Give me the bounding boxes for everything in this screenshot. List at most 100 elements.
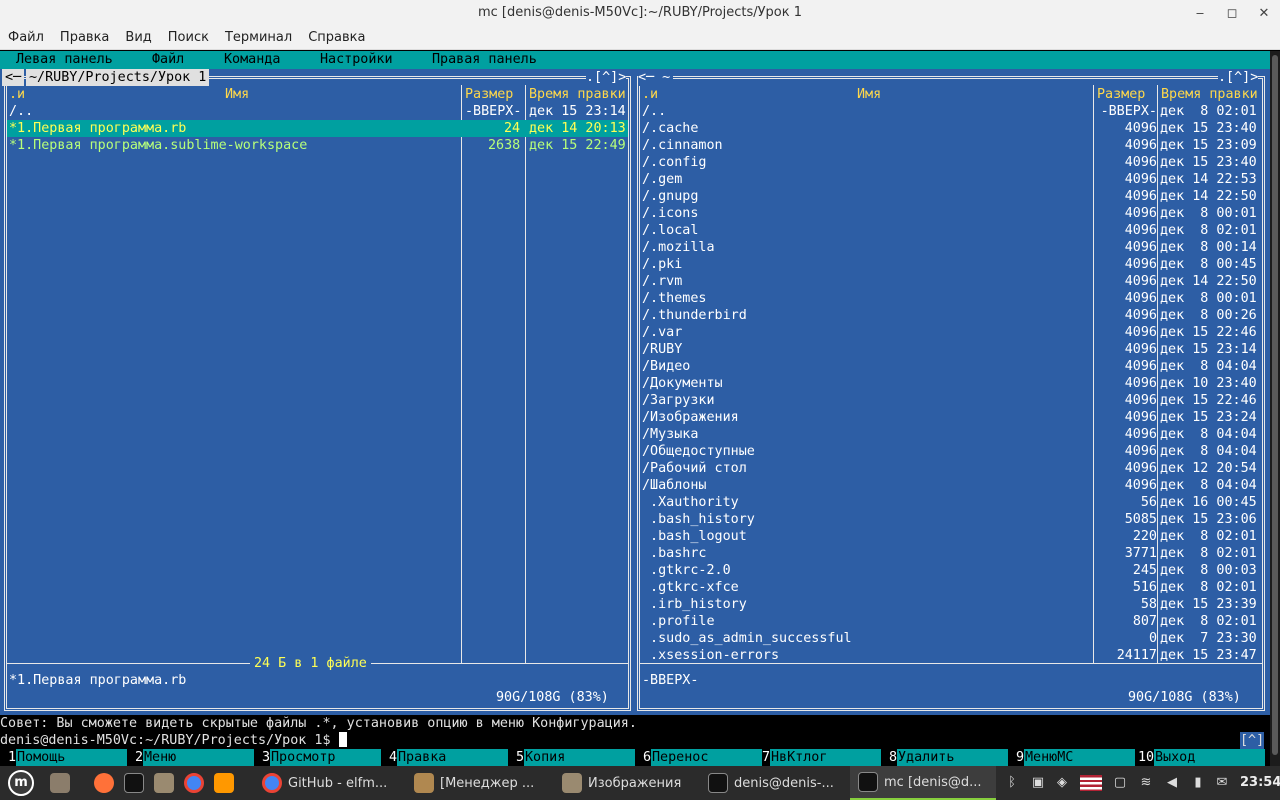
file-row[interactable]: .profile 807 дек 8 02:01 <box>640 613 1262 630</box>
right-col-sort[interactable]: .и <box>642 86 658 103</box>
file-row[interactable]: /.config 4096 дек 15 23:40 <box>640 154 1262 171</box>
file-row[interactable]: /.icons 4096 дек 8 00:01 <box>640 205 1262 222</box>
left-col-sort[interactable]: .и <box>9 86 25 103</box>
file-row[interactable]: /.gnupg 4096 дек 14 22:50 <box>640 188 1262 205</box>
file-row[interactable]: /RUBY 4096 дек 15 23:14 <box>640 341 1262 358</box>
menu-help[interactable]: Справка <box>308 30 365 45</box>
right-panel-corner[interactable]: .[^]> <box>1218 69 1259 86</box>
file-row[interactable]: /.. -ВВЕРХ- дек 15 23:14 <box>7 103 628 120</box>
parent-dir-row[interactable]: /.. -ВВЕРХ-дек 8 02:01 <box>640 103 1262 120</box>
file-row[interactable]: /.cache 4096 дек 15 23:40 <box>640 120 1262 137</box>
left-panel[interactable]: <─ ~/RUBY/Projects/Урок 1 .[^]> .и Имя Р… <box>0 69 635 715</box>
file-row[interactable]: /.mozilla 4096 дек 8 00:14 <box>640 239 1262 256</box>
close-button[interactable]: ✕ <box>1248 0 1280 26</box>
display-icon[interactable]: ▢ <box>1112 775 1128 791</box>
right-col-name[interactable]: Имя <box>857 86 881 103</box>
fkey-copy[interactable]: 5 Копия <box>508 749 635 766</box>
menu-search[interactable]: Поиск <box>168 30 209 45</box>
left-panel-nav[interactable]: <─ <box>2 69 25 86</box>
file-row[interactable]: .gtkrc-xfce 516 дек 8 02:01 <box>640 579 1262 596</box>
file-row-selected[interactable]: *1.Первая программа.rb 24 дек 14 20:13 <box>7 120 628 137</box>
mc-menu-file[interactable]: Файл <box>152 51 184 68</box>
fkey-mkdir[interactable]: 7 НвКтлог <box>754 749 881 766</box>
file-row[interactable]: /Видео 4096 дек 8 04:04 <box>640 358 1262 375</box>
file-row[interactable]: /.cinnamon 4096 дек 15 23:09 <box>640 137 1262 154</box>
file-row[interactable]: .irb_history 58 дек 15 23:39 <box>640 596 1262 613</box>
right-col-time[interactable]: Время правки <box>1161 86 1258 103</box>
mc-menu-command[interactable]: Команда <box>224 51 280 68</box>
battery-icon[interactable]: ▮ <box>1190 775 1206 791</box>
keyboard-layout-flag-icon[interactable] <box>1080 775 1102 791</box>
prompt-scroll-indicator[interactable]: [^] <box>1240 732 1265 749</box>
terminal-scrollbar[interactable] <box>1270 51 1280 766</box>
fkey-view[interactable]: 3 Просмотр <box>254 749 381 766</box>
terminal-area[interactable]: Левая панель Файл Команда Настройки Прав… <box>0 51 1270 766</box>
file-row[interactable]: /.thunderbird 4096 дек 8 00:26 <box>640 307 1262 324</box>
file-row[interactable]: .xsession-errors 24117 дек 15 23:47 <box>640 647 1262 664</box>
firefox-icon[interactable] <box>94 766 120 800</box>
file-row[interactable]: /Общедоступные 4096 дек 8 04:04 <box>640 443 1262 460</box>
menu-file[interactable]: Файл <box>8 30 44 45</box>
fkey-delete[interactable]: 8 Удалить <box>881 749 1008 766</box>
right-panel-path[interactable]: <─ ~ <box>638 69 674 86</box>
left-col-time[interactable]: Время правки <box>529 86 626 103</box>
file-row[interactable]: /Музыка 4096 дек 8 04:04 <box>640 426 1262 443</box>
file-row[interactable]: .bashrc 3771 дек 8 02:01 <box>640 545 1262 562</box>
mc-menu-right-panel[interactable]: Правая панель <box>432 51 537 68</box>
menu-view[interactable]: Вид <box>125 30 151 45</box>
fkey-move[interactable]: 6 Перенос <box>635 749 762 766</box>
chrome-launcher-icon[interactable] <box>184 766 210 800</box>
bluetooth-icon[interactable]: ᛒ <box>1004 775 1020 791</box>
fkey-edit[interactable]: 4 Правка <box>381 749 508 766</box>
minimize-button[interactable]: ‒ <box>1184 0 1216 26</box>
file-row[interactable]: .bash_logout 220 дек 8 02:01 <box>640 528 1262 545</box>
right-panel[interactable]: <─ ~ .[^]> .и Имя Размер Время правки /.… <box>635 69 1270 715</box>
file-row[interactable]: /Шаблоны 4096 дек 8 04:04 <box>640 477 1262 494</box>
task-terminal[interactable]: denis@denis-... <box>708 766 850 800</box>
task-images-folder[interactable]: Изображения <box>562 766 702 800</box>
left-col-name[interactable]: Имя <box>225 86 249 103</box>
file-row[interactable]: /.var 4096 дек 15 22:46 <box>640 324 1262 341</box>
task-github[interactable]: GitHub - elfm... <box>262 766 408 800</box>
file-row[interactable]: /Документы 4096 дек 10 23:40 <box>640 375 1262 392</box>
clock[interactable]: 23:54 <box>1240 775 1280 790</box>
file-row[interactable]: /.rvm 4096 дек 14 22:50 <box>640 273 1262 290</box>
file-row[interactable]: .Xauthority 56 дек 16 00:45 <box>640 494 1262 511</box>
mc-menu-settings[interactable]: Настройки <box>320 51 393 68</box>
menu-terminal[interactable]: Терминал <box>225 30 292 45</box>
right-col-size[interactable]: Размер <box>1097 86 1145 103</box>
file-row[interactable]: /Загрузки 4096 дек 15 22:46 <box>640 392 1262 409</box>
file-row[interactable]: .bash_history 5085 дек 15 23:06 <box>640 511 1262 528</box>
menu-edit[interactable]: Правка <box>60 30 109 45</box>
terminal-launcher-icon[interactable] <box>124 766 150 800</box>
files-launcher-icon[interactable] <box>154 766 180 800</box>
task-mc-active[interactable]: mc [denis@d... <box>850 766 996 800</box>
notifications-icon[interactable]: ✉ <box>1214 775 1230 791</box>
file-row[interactable]: .gtkrc-2.0 245 дек 8 00:03 <box>640 562 1262 579</box>
shield-icon[interactable]: ◈ <box>1054 775 1070 791</box>
show-desktop-icon[interactable] <box>50 766 76 800</box>
file-row[interactable]: /.themes 4096 дек 8 00:01 <box>640 290 1262 307</box>
scrollbar-thumb[interactable] <box>1272 55 1278 755</box>
file-row[interactable]: /.local 4096 дек 8 02:01 <box>640 222 1262 239</box>
shell-prompt[interactable]: denis@denis-M50Vc:~/RUBY/Projects/Урок 1… <box>0 732 347 749</box>
fkey-help[interactable]: 1 Помощь <box>0 749 127 766</box>
fkey-menu[interactable]: 2 Меню <box>127 749 254 766</box>
clipboard-icon[interactable]: ▣ <box>1030 775 1046 791</box>
file-row[interactable]: .sudo_as_admin_successful 0 дек 7 23:30 <box>640 630 1262 647</box>
network-icon[interactable]: ≋ <box>1138 775 1154 791</box>
left-panel-corner[interactable]: .[^]> <box>586 69 627 86</box>
file-row[interactable]: /Изображения 4096 дек 15 23:24 <box>640 409 1262 426</box>
fkey-usermenu[interactable]: 9 МенюМС <box>1008 749 1135 766</box>
left-col-size[interactable]: Размер <box>465 86 513 103</box>
maximize-button[interactable]: ◻ <box>1216 0 1248 26</box>
fkey-quit[interactable]: 10 Выход <box>1130 749 1270 766</box>
left-panel-path[interactable]: ~/RUBY/Projects/Урок 1 <box>26 69 210 86</box>
volume-icon[interactable]: ◀ <box>1164 775 1180 791</box>
file-row[interactable]: *1.Первая программа.sublime-workspace 26… <box>7 137 628 154</box>
file-row[interactable]: /.pki 4096 дек 8 00:45 <box>640 256 1262 273</box>
file-row[interactable]: /Рабочий стол 4096 дек 12 20:54 <box>640 460 1262 477</box>
mint-menu-icon[interactable]: m <box>8 766 34 800</box>
task-package-manager[interactable]: [Менеджер ... <box>414 766 556 800</box>
sublime-launcher-icon[interactable] <box>214 766 240 800</box>
